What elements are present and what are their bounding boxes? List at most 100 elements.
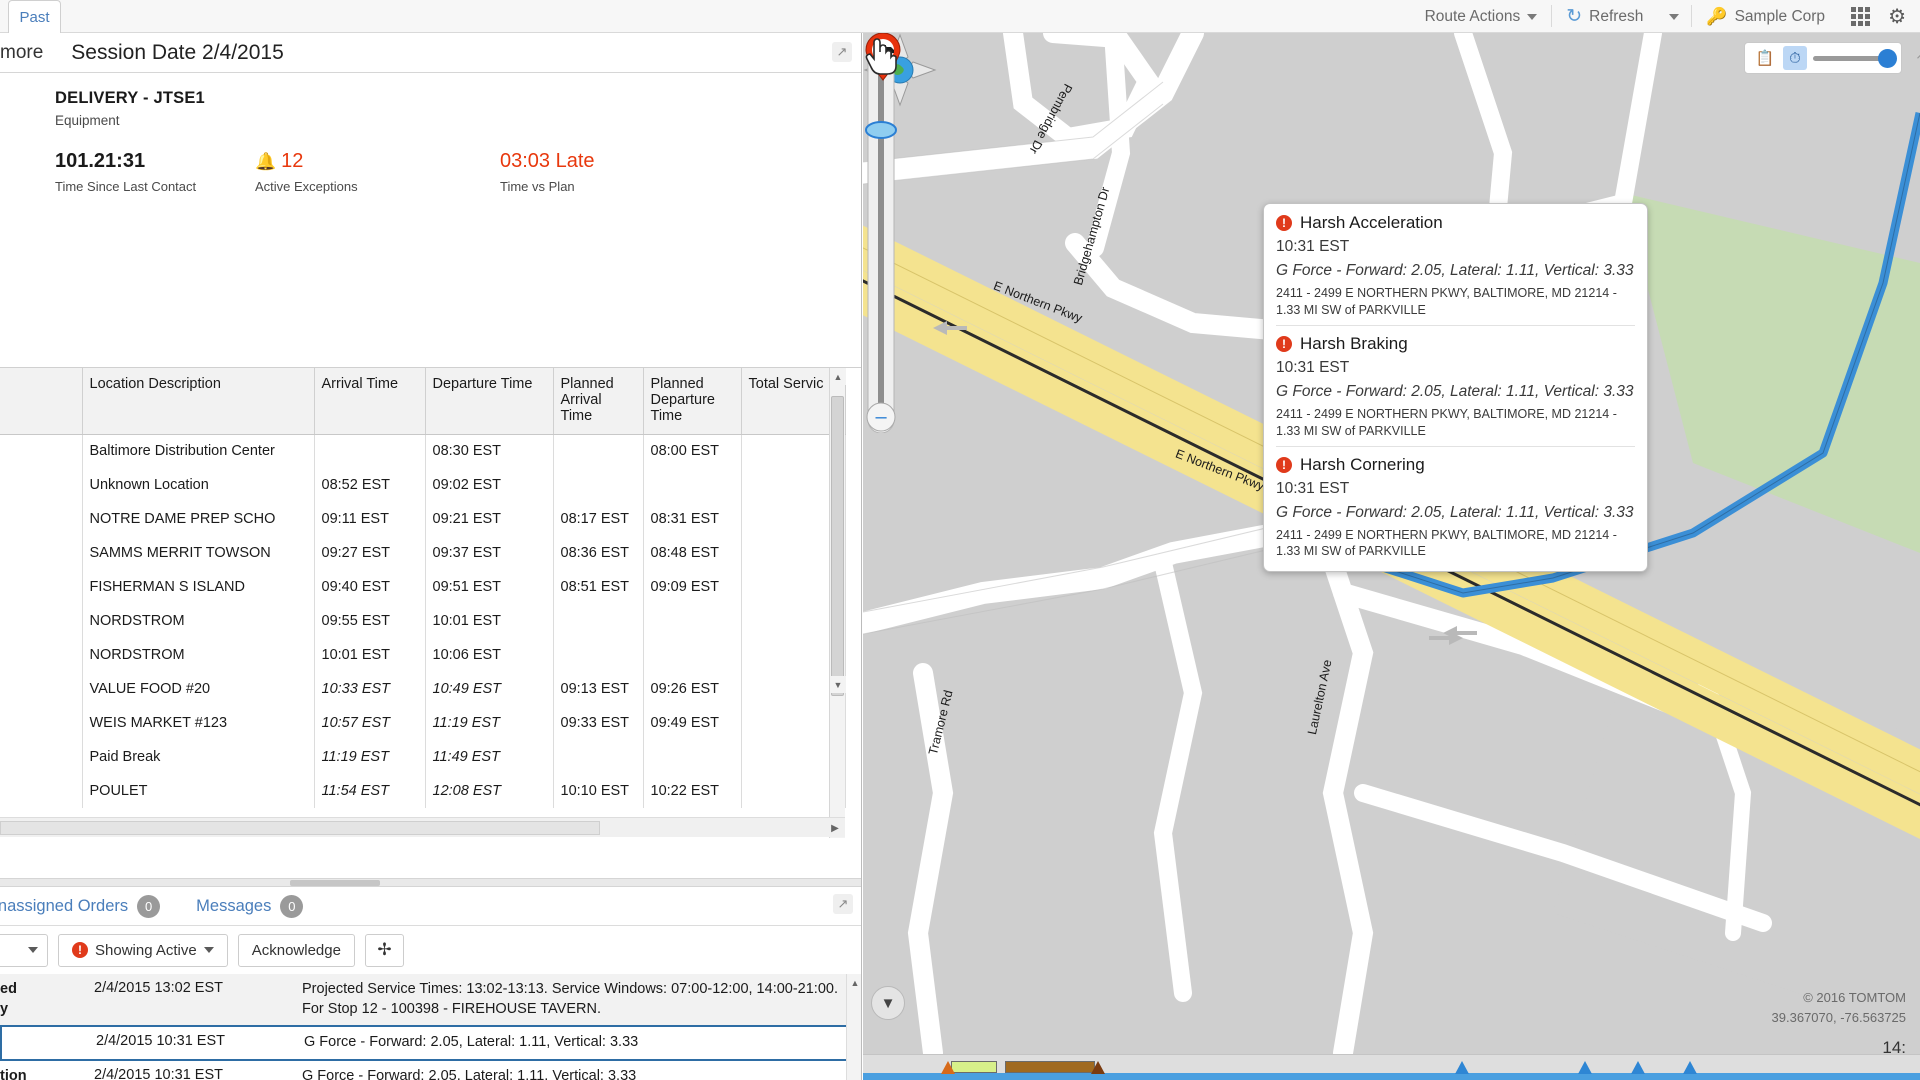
bottom-expand-icon[interactable]: ↗ — [833, 894, 853, 914]
tab-messages[interactable]: Messages 0 — [196, 894, 304, 918]
panel-splitter[interactable] — [0, 878, 861, 887]
cell-departure: 08:30 EST — [425, 434, 554, 468]
timeline-marker[interactable] — [1683, 1061, 1697, 1074]
h-scrollbar-thumb[interactable] — [0, 821, 600, 835]
filter-select[interactable] — [0, 933, 48, 967]
map-expand-icon[interactable]: ↗ — [1910, 43, 1920, 65]
cell-planned-arrival — [553, 468, 644, 502]
cell-location: Paid Break — [82, 740, 315, 774]
stat-label: Time Since Last Contact — [55, 179, 197, 194]
refresh-label: Refresh — [1589, 7, 1644, 25]
timeline-marker[interactable] — [1631, 1061, 1645, 1074]
cell-departure: 09:21 EST — [425, 502, 554, 536]
splitter-grip[interactable] — [290, 880, 380, 886]
table-row[interactable]: SAMMS MERRIT TOWSON 09:27 EST 09:37 EST 08:… — [0, 536, 846, 570]
tab-count-badge: 0 — [137, 894, 161, 918]
scroll-up-icon[interactable]: ▲ — [830, 368, 846, 385]
acknowledge-button[interactable]: Acknowledge — [237, 933, 355, 967]
exceptions-rows: ed y 2/4/2015 13:02 EST Projected Service … — [0, 974, 861, 1080]
stopwatch-icon[interactable]: ⏱ — [1783, 46, 1807, 70]
clipboard-icon[interactable]: 📋 — [1753, 46, 1777, 70]
scrollbar-thumb[interactable] — [831, 396, 844, 696]
map-timeline[interactable] — [863, 1054, 1920, 1080]
table-row[interactable]: POULET 11:54 EST 12:08 EST 10:10 EST 10:22 E… — [0, 774, 846, 808]
stat-active-exceptions: 🔔 12 Active Exceptions — [255, 150, 500, 194]
exception-type: ed y — [0, 981, 17, 1017]
map-speed-slider[interactable] — [1813, 46, 1897, 70]
cell-departure: 11:19 EST — [425, 706, 554, 740]
apps-grid-icon — [1851, 7, 1871, 26]
map-collapse-button[interactable]: ▼ — [871, 986, 905, 1020]
route-actions-menu[interactable]: Route Actions — [1411, 0, 1552, 33]
exception-row[interactable]: tion 2/4/2015 10:31 EST G Force - Forward:… — [0, 1061, 861, 1080]
cell-arrival: 10:57 EST — [314, 706, 426, 740]
table-row[interactable]: Unknown Location 08:52 EST 09:02 EST — [0, 468, 846, 502]
event-address: 2411 - 2499 E NORTHERN PKWY, BALTIMORE, … — [1276, 406, 1617, 438]
refresh-button[interactable]: ↻ Refresh — [1552, 0, 1657, 33]
exception-row[interactable]: ed y 2/4/2015 13:02 EST Projected Service … — [0, 974, 861, 1026]
scroll-up-icon[interactable]: ▲ — [847, 974, 861, 991]
scroll-down-icon[interactable]: ▼ — [830, 676, 846, 693]
table-row[interactable]: NORDSTROM 09:55 EST 10:01 EST — [0, 604, 846, 638]
top-toolbar: Past Route Actions ↻ Refresh 🔑 Sample Co… — [0, 0, 1920, 33]
hand-pointer-icon — [865, 38, 897, 75]
col-header-departure[interactable]: Departure Time — [425, 368, 554, 435]
settings-button[interactable]: ⚙ — [1882, 0, 1920, 33]
event-time: 10:31 EST — [1276, 358, 1350, 376]
cell-planned-arrival: 08:17 EST — [553, 502, 644, 536]
table-row[interactable]: VALUE FOOD #20 10:33 EST 10:49 EST 09:13 ES… — [0, 672, 846, 706]
cell-location: Baltimore Distribution Center — [82, 434, 315, 468]
cell-gutter — [0, 672, 83, 706]
map-panel[interactable]: E Northern Pkwy E Northern Pkwy Bridgeha… — [863, 33, 1920, 1080]
cell-arrival: 09:40 EST — [314, 570, 426, 604]
cell-arrival: 08:52 EST — [314, 468, 426, 502]
slider-knob[interactable] — [1878, 48, 1897, 68]
showing-active-dropdown[interactable]: ! Showing Active — [58, 933, 228, 967]
cell-departure: 09:51 EST — [425, 570, 554, 604]
table-row[interactable]: Baltimore Distribution Center 08:30 EST 08… — [0, 434, 846, 468]
map-zoom-slider[interactable]: + – — [863, 33, 899, 433]
cell-planned-departure: 09:49 EST — [643, 706, 742, 740]
stops-vertical-scrollbar[interactable]: ▲ ▼ — [829, 368, 846, 838]
tab-unassigned-orders[interactable]: Unassigned Orders 0 — [0, 894, 161, 918]
timeline-marker[interactable] — [1455, 1061, 1469, 1074]
breadcrumb[interactable]: more — [0, 42, 43, 64]
map-event-item[interactable]: ! Harsh Acceleration 10:31 EST G Force - Fo… — [1276, 213, 1635, 319]
timeline-marker[interactable] — [1091, 1061, 1105, 1074]
showing-active-label: Showing Active — [95, 941, 197, 959]
session-date-label: Session Date 2/4/2015 — [71, 40, 284, 64]
timeline-segment[interactable] — [951, 1061, 997, 1073]
col-header-gutter[interactable] — [0, 368, 83, 435]
timeline-marker[interactable] — [1578, 1061, 1592, 1074]
table-row[interactable]: WEIS MARKET #123 10:57 EST 11:19 EST 09:33 … — [0, 706, 846, 740]
session-subtitle: Equipment — [55, 113, 120, 128]
fullscreen-button[interactable]: ✢ — [364, 933, 404, 967]
timeline-segment[interactable] — [1005, 1061, 1095, 1073]
session-expand-icon[interactable]: ↗ — [832, 42, 852, 62]
col-header-location[interactable]: Location Description — [82, 368, 315, 435]
tab-past[interactable]: Past — [8, 0, 61, 33]
cell-gutter — [0, 468, 83, 502]
exception-row[interactable]: 2/4/2015 10:31 EST G Force - Forward: 2.0… — [0, 1025, 861, 1061]
cell-planned-departure — [643, 468, 742, 502]
map-event-item[interactable]: ! Harsh Braking 10:31 EST G Force - Forward… — [1276, 324, 1635, 440]
stops-horizontal-scrollbar[interactable]: ▶ — [0, 817, 845, 837]
scroll-right-icon[interactable]: ▶ — [825, 818, 845, 838]
exception-type — [2, 1027, 90, 1059]
timeline-marker[interactable] — [941, 1061, 955, 1074]
table-row[interactable]: NORDSTROM 10:01 EST 10:06 EST — [0, 638, 846, 672]
account-menu[interactable]: 🔑 Sample Corp — [1692, 0, 1839, 33]
map-event-item[interactable]: ! Harsh Cornering 10:31 EST G Force - Forwa… — [1276, 445, 1635, 561]
exception-timestamp: 2/4/2015 13:02 EST — [94, 980, 223, 996]
table-row[interactable]: FISHERMAN S ISLAND 09:40 EST 09:51 EST 08:5… — [0, 570, 846, 604]
col-header-planned-departure[interactable]: Planned Departure Time — [643, 368, 742, 435]
table-row[interactable]: NOTRE DAME PREP SCHO 09:11 EST 09:21 EST 08… — [0, 502, 846, 536]
apps-button[interactable] — [1839, 0, 1882, 33]
exceptions-scrollbar[interactable]: ▲ — [846, 974, 861, 1080]
cell-planned-departure — [643, 604, 742, 638]
table-row[interactable]: Paid Break 11:19 EST 11:49 EST — [0, 740, 846, 774]
refresh-dropdown[interactable] — [1657, 0, 1691, 33]
col-header-planned-arrival[interactable]: Planned Arrival Time — [553, 368, 644, 435]
map-event-popup[interactable]: ! Harsh Acceleration 10:31 EST G Force - Fo… — [1263, 203, 1648, 573]
col-header-arrival[interactable]: Arrival Time — [314, 368, 426, 435]
